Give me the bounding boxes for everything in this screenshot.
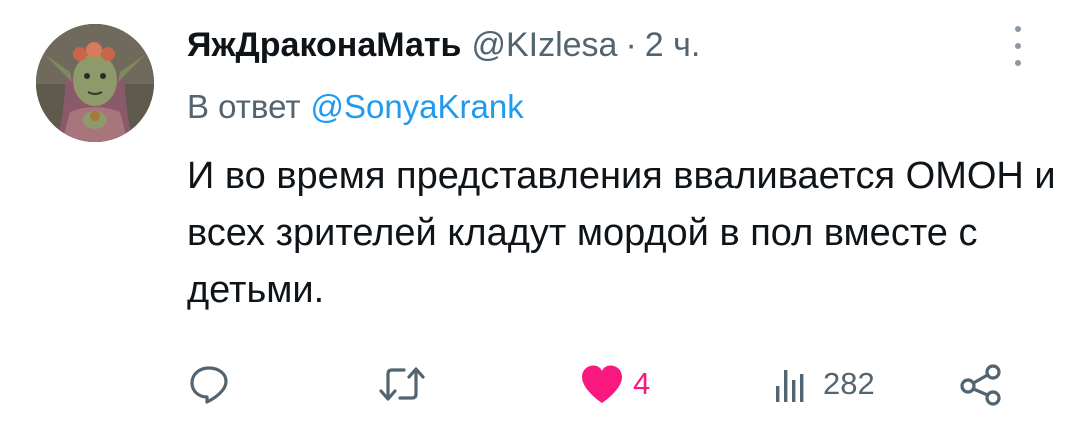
reply-icon xyxy=(190,366,228,404)
avatar[interactable] xyxy=(36,24,154,142)
more-dot xyxy=(1015,43,1021,49)
separator-dot: · xyxy=(625,26,637,64)
share-icon xyxy=(960,364,1001,406)
reply-prefix: В ответ xyxy=(187,88,301,125)
views-button[interactable]: 282 xyxy=(773,356,875,412)
retweet-icon xyxy=(379,367,425,401)
more-options-icon[interactable] xyxy=(1004,26,1032,66)
like-button[interactable]: 4 xyxy=(579,356,650,412)
views-chart-icon xyxy=(776,370,804,402)
tweet: ЯжДраконаМать @KIzlesa · 2 ч. В ответ @So… xyxy=(0,0,1080,431)
heart-icon xyxy=(582,365,622,403)
avatar-image xyxy=(36,24,154,142)
reply-mention-link[interactable]: @SonyaKrank xyxy=(310,88,523,125)
username[interactable]: @KIzlesa xyxy=(471,22,617,68)
action-bar: 4 282 xyxy=(187,356,1017,412)
reply-context: В ответ @SonyaKrank xyxy=(187,84,524,130)
display-name[interactable]: ЯжДраконаМать xyxy=(187,22,461,68)
view-count: 282 xyxy=(823,366,875,401)
retweet-button[interactable] xyxy=(377,356,427,412)
like-count: 4 xyxy=(633,366,651,401)
more-dot xyxy=(1015,60,1021,66)
timestamp[interactable]: 2 ч. xyxy=(645,22,701,68)
reply-button[interactable] xyxy=(187,356,231,412)
tweet-text: И во время представления вваливается ОМО… xyxy=(187,155,1056,311)
tweet-header: ЯжДраконаМать @KIzlesa · 2 ч. xyxy=(187,22,700,68)
more-dot xyxy=(1015,26,1021,32)
share-button[interactable] xyxy=(957,356,1005,412)
